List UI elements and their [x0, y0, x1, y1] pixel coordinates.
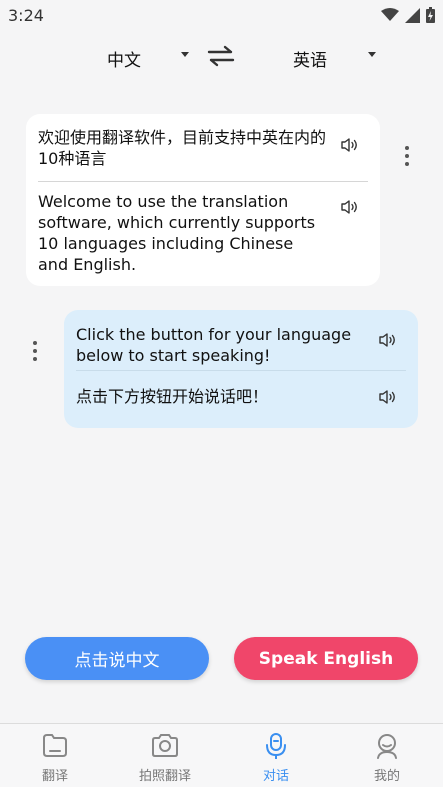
camera-icon [152, 734, 178, 757]
status-time: 3:24 [8, 6, 44, 25]
tab-conversation[interactable]: 对话 [221, 724, 331, 787]
speaker-icon[interactable] [340, 137, 360, 153]
user-icon [377, 734, 397, 759]
folder-icon [43, 734, 67, 757]
speak-english-button[interactable]: Speak English [234, 637, 418, 680]
message-translation-text: 点击下方按钮开始说话吧！ [76, 387, 269, 406]
status-icons [381, 7, 435, 23]
microphone-icon [266, 733, 286, 759]
speaker-icon[interactable] [378, 389, 398, 405]
tab-label: 对话 [262, 769, 289, 784]
tab-profile[interactable]: 我的 [332, 724, 442, 787]
bottom-tab-bar: 翻译 拍照翻译 对话 我的 [0, 723, 443, 787]
tab-label: 翻译 [41, 769, 68, 784]
tab-translate[interactable]: 翻译 [0, 724, 110, 787]
more-options-icon[interactable] [33, 341, 37, 365]
status-bar: 3:24 [0, 0, 443, 32]
message-bubble-left: 欢迎使用翻译软件，目前支持中英在内的10种语言 Welcome to use t… [26, 114, 380, 286]
tab-label: 拍照翻译 [138, 769, 191, 784]
speak-chinese-button[interactable]: 点击说中文 [25, 637, 209, 680]
swap-languages-icon[interactable] [207, 44, 235, 68]
source-dropdown-arrow-icon[interactable] [181, 52, 189, 57]
message-translation-text: Welcome to use the translation software,… [38, 192, 316, 274]
speaker-icon[interactable] [340, 199, 360, 215]
speaker-icon[interactable] [378, 332, 398, 348]
message-divider [76, 370, 406, 371]
battery-icon [426, 7, 435, 23]
target-language[interactable]: 英语 [293, 46, 327, 71]
source-language[interactable]: 中文 [107, 46, 141, 71]
wifi-icon [381, 8, 399, 21]
message-original-text: Click the button for your language below… [76, 325, 352, 365]
more-options-icon[interactable] [405, 146, 409, 170]
message-bubble-right: Click the button for your language below… [64, 310, 418, 428]
language-selector-bar: 中文 英语 [0, 38, 443, 78]
target-dropdown-arrow-icon[interactable] [368, 52, 376, 57]
signal-icon [405, 7, 420, 23]
tab-label: 我的 [373, 769, 400, 784]
message-original-text: 欢迎使用翻译软件，目前支持中英在内的10种语言 [38, 128, 327, 168]
tab-photo-translate[interactable]: 拍照翻译 [110, 724, 220, 787]
message-divider [38, 181, 368, 182]
